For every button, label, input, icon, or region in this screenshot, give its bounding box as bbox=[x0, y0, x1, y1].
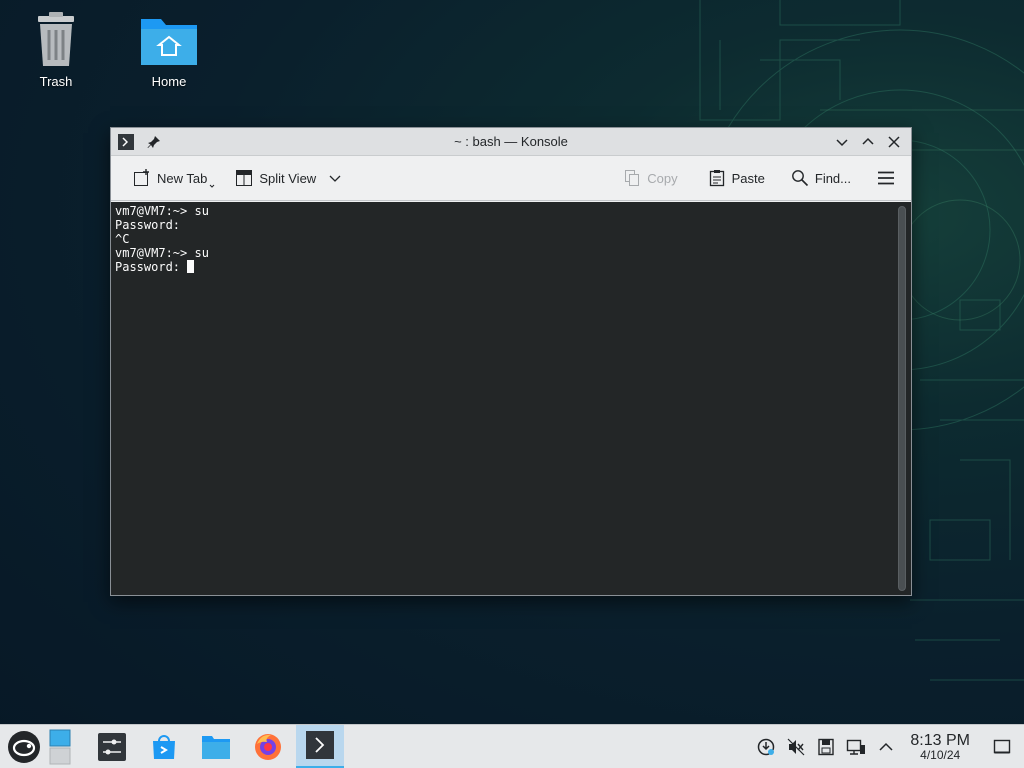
terminal-icon bbox=[306, 731, 334, 759]
taskbar: 8:13 PM 4/10/24 bbox=[0, 724, 1024, 768]
digital-clock[interactable]: 8:13 PM 4/10/24 bbox=[910, 732, 970, 762]
clock-date: 4/10/24 bbox=[920, 747, 961, 762]
copy-label: Copy bbox=[647, 170, 678, 186]
terminal-line: Password: bbox=[115, 260, 188, 274]
search-icon bbox=[791, 170, 808, 187]
home-folder-icon bbox=[139, 10, 199, 70]
hamburger-menu-icon bbox=[878, 171, 894, 185]
new-tab-label: New Tab bbox=[157, 170, 208, 186]
copy-icon bbox=[625, 170, 640, 186]
update-icon[interactable] bbox=[754, 735, 778, 759]
firefox-icon bbox=[255, 733, 281, 760]
system-tray: 8:13 PM 4/10/24 bbox=[754, 732, 1024, 762]
desktop-icon-home[interactable]: Home bbox=[129, 10, 209, 89]
close-button[interactable] bbox=[885, 133, 903, 151]
desktop-icon-label: Trash bbox=[39, 74, 73, 89]
application-launcher-button[interactable] bbox=[0, 725, 48, 768]
copy-button[interactable]: Copy bbox=[617, 163, 683, 193]
pager-widget[interactable] bbox=[48, 725, 72, 768]
split-view-label: Split View bbox=[259, 170, 317, 186]
konsole-window[interactable]: ~ : bash — Konsole New Tab Split View Co… bbox=[110, 127, 912, 596]
scrollbar[interactable] bbox=[898, 206, 906, 591]
opensuse-icon bbox=[8, 730, 40, 763]
new-tab-icon bbox=[134, 169, 149, 186]
split-view-icon bbox=[236, 170, 253, 186]
chevron-up-icon[interactable] bbox=[874, 735, 898, 759]
folder-icon bbox=[202, 735, 230, 759]
paste-label: Paste bbox=[731, 170, 765, 186]
maximize-button[interactable] bbox=[859, 133, 877, 151]
text-cursor bbox=[187, 260, 195, 273]
find-label: Find... bbox=[814, 170, 851, 186]
taskbar-file-manager[interactable] bbox=[192, 725, 240, 768]
minimize-button[interactable] bbox=[833, 133, 851, 151]
taskbar-firefox[interactable] bbox=[244, 725, 292, 768]
chevron-down-icon bbox=[209, 184, 215, 188]
settings-icon bbox=[98, 732, 126, 761]
new-tab-button[interactable]: New Tab bbox=[127, 163, 221, 193]
hamburger-menu-button[interactable] bbox=[871, 163, 901, 193]
volume-muted-icon[interactable] bbox=[784, 735, 808, 759]
discover-icon bbox=[153, 734, 175, 759]
find-button[interactable]: Find... bbox=[785, 163, 857, 193]
terminal-line: vm7@VM7:~> su bbox=[115, 204, 209, 218]
chevron-down-icon bbox=[329, 175, 341, 182]
desktop-icon-trash[interactable]: Trash bbox=[16, 10, 96, 89]
terminal-line: Password: bbox=[115, 218, 181, 232]
app-menu-terminal-icon[interactable] bbox=[117, 133, 135, 151]
terminal-prompt-line: Password: bbox=[115, 260, 907, 274]
terminal-line: vm7@VM7:~> su bbox=[115, 246, 209, 260]
split-view-button[interactable]: Split View bbox=[229, 163, 348, 193]
trash-icon bbox=[26, 10, 86, 70]
taskbar-discover[interactable] bbox=[140, 725, 188, 768]
window-title: ~ : bash — Konsole bbox=[454, 134, 568, 149]
toolbar: New Tab Split View Copy Paste Find... bbox=[111, 156, 911, 201]
paste-button[interactable]: Paste bbox=[702, 163, 771, 193]
desktop-icon-label: Home bbox=[151, 74, 187, 89]
show-desktop-icon[interactable] bbox=[990, 735, 1014, 759]
terminal-output[interactable]: vm7@VM7:~> su Password: ^C vm7@VM7:~> su… bbox=[111, 202, 911, 595]
paste-icon bbox=[709, 170, 724, 187]
titlebar[interactable]: ~ : bash — Konsole bbox=[111, 128, 911, 156]
storage-device-icon[interactable] bbox=[814, 735, 838, 759]
virtual-desktop-icon bbox=[49, 729, 71, 764]
terminal-line: ^C bbox=[115, 232, 130, 246]
clock-time: 8:13 PM bbox=[910, 731, 970, 749]
taskbar-konsole[interactable] bbox=[296, 724, 344, 768]
pin-icon[interactable] bbox=[145, 133, 163, 151]
taskbar-system-settings[interactable] bbox=[88, 725, 136, 768]
network-wired-icon[interactable] bbox=[844, 735, 868, 759]
